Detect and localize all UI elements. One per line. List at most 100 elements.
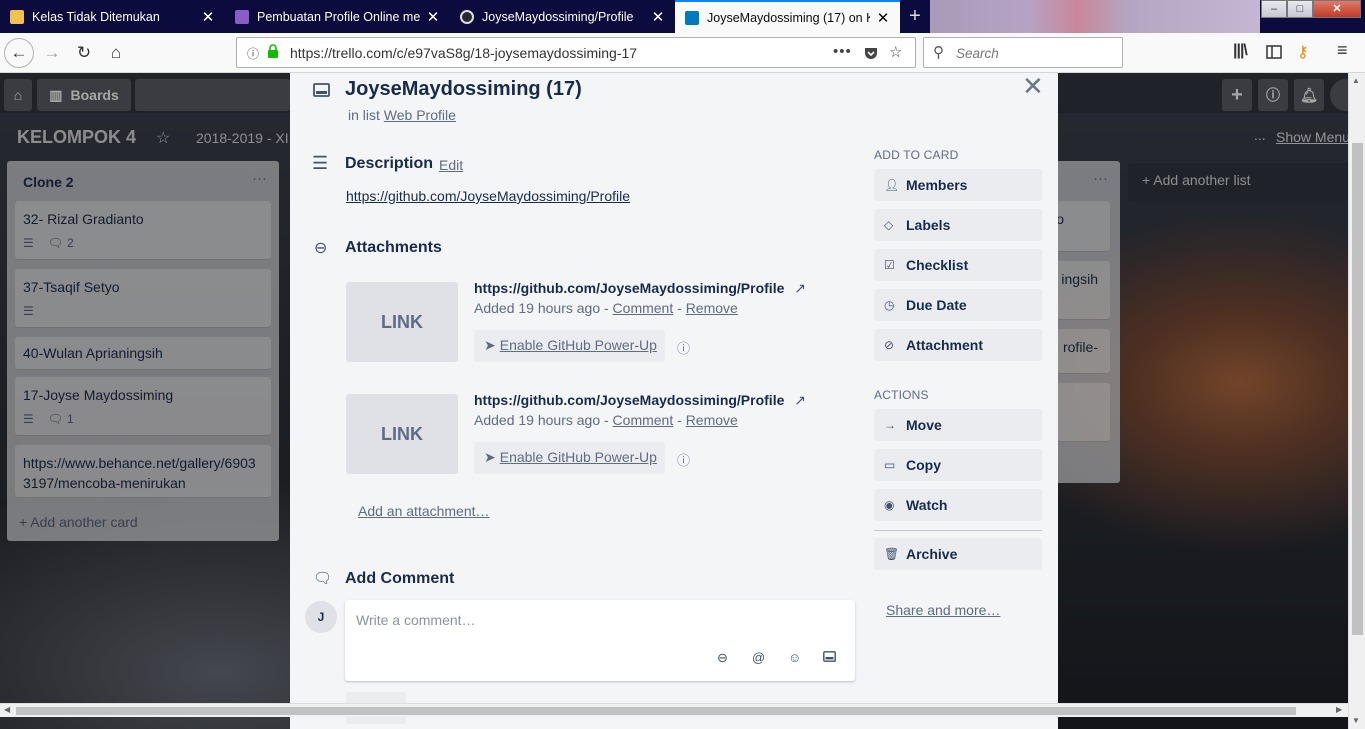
browser-tab[interactable]: JoyseMaydossiming/Profile ✕ bbox=[450, 0, 675, 33]
close-window-button[interactable]: ✕ bbox=[1313, 0, 1361, 18]
library-icon[interactable]: |||\ bbox=[1233, 42, 1248, 60]
browser-tab[interactable]: Kelas Tidak Ditemukan ✕ bbox=[0, 0, 225, 33]
comment-icon: 🗨︎ bbox=[313, 570, 333, 587]
add-comment-heading: Add Comment bbox=[345, 570, 455, 587]
page-actions-icon[interactable]: ••• bbox=[833, 43, 852, 60]
close-tab-icon[interactable]: ✕ bbox=[426, 8, 440, 26]
home-icon[interactable]: ⌂ bbox=[102, 39, 130, 67]
browser-tab-active[interactable]: JoyseMaydossiming (17) on KEL ✕ bbox=[675, 0, 900, 33]
site-info-icon[interactable]: ⓘ bbox=[247, 45, 259, 62]
scroll-right-arrow-icon[interactable]: ▶ bbox=[1336, 705, 1342, 714]
attachment-thumbnail[interactable]: LINK bbox=[346, 394, 458, 474]
copy-label: Copy bbox=[906, 457, 941, 473]
browser-nav-bar: ← → ↻ ⌂ ⓘ https://trello.com/c/e97vaS8g/… bbox=[0, 33, 1365, 73]
forward-arrow-icon[interactable]: → bbox=[38, 39, 66, 67]
archive-box-icon: 🗑︎ bbox=[884, 547, 900, 561]
scrollbar-thumb[interactable] bbox=[16, 707, 1296, 715]
share-and-more-link[interactable]: Share and more… bbox=[886, 602, 1000, 618]
card-icon[interactable] bbox=[823, 651, 836, 662]
edit-description-link[interactable]: Edit bbox=[439, 157, 463, 173]
browser-search-input[interactable]: ⚲ Search bbox=[923, 37, 1123, 68]
external-link-icon[interactable]: ↗ bbox=[794, 392, 806, 408]
list-link[interactable]: Web Profile bbox=[384, 107, 456, 123]
attachment-name[interactable]: https://github.com/JoyseMaydossiming/Pro… bbox=[474, 280, 806, 297]
eye-icon: ◉ bbox=[884, 498, 895, 512]
attachment-meta: Added 19 hours ago - Comment - Remove bbox=[474, 412, 738, 428]
close-icon[interactable]: ✕ bbox=[1022, 73, 1044, 101]
add-attachment-link[interactable]: Add an attachment… bbox=[358, 503, 490, 519]
archive-button[interactable]: 🗑︎ Archive bbox=[874, 538, 1042, 570]
trello-favicon-icon bbox=[685, 10, 699, 25]
hamburger-menu-icon[interactable]: ≡ bbox=[1337, 40, 1348, 61]
reload-icon[interactable]: ↻ bbox=[70, 39, 98, 67]
info-icon[interactable]: ⓘ bbox=[677, 450, 690, 469]
maximize-window-button[interactable]: □ bbox=[1287, 0, 1313, 18]
person-icon: 👤︎ bbox=[884, 178, 900, 192]
attachment-added-text: Added 19 hours ago - bbox=[474, 300, 609, 316]
avatar[interactable]: J bbox=[305, 601, 337, 633]
close-tab-icon[interactable]: ✕ bbox=[876, 9, 890, 27]
horizontal-scrollbar[interactable]: ◀ ▶ bbox=[0, 703, 1348, 717]
scroll-down-arrow-icon[interactable]: ▼ bbox=[1352, 716, 1360, 725]
back-arrow-icon[interactable]: ← bbox=[4, 38, 34, 68]
watch-label: Watch bbox=[906, 497, 948, 513]
attachment-remove-link[interactable]: Remove bbox=[686, 300, 738, 316]
due-date-label: Due Date bbox=[906, 297, 967, 313]
close-tab-icon[interactable]: ✕ bbox=[201, 8, 215, 26]
emoji-icon[interactable]: ☺ bbox=[788, 650, 801, 665]
pocket-icon[interactable] bbox=[863, 45, 879, 61]
description-heading: Description bbox=[345, 155, 434, 172]
scrollbar-thumb[interactable] bbox=[1352, 143, 1363, 635]
enable-powerup-button[interactable]: ➤ Enable GitHub Power-Up bbox=[474, 330, 665, 362]
minimize-window-button[interactable]: – bbox=[1261, 0, 1287, 18]
titlebar-background bbox=[930, 0, 1260, 33]
vertical-scrollbar[interactable]: ▲ ▼ bbox=[1348, 73, 1365, 729]
tab-title: Kelas Tidak Ditemukan bbox=[32, 9, 160, 24]
url-bar[interactable]: ⓘ https://trello.com/c/e97vaS8g/18-joyse… bbox=[236, 37, 916, 68]
attachment-button[interactable]: ⊘ Attachment bbox=[874, 329, 1042, 361]
attachment-remove-link[interactable]: Remove bbox=[686, 412, 738, 428]
browser-tab[interactable]: Pembuatan Profile Online men ✕ bbox=[225, 0, 450, 33]
checkbox-icon: ☑ bbox=[884, 258, 895, 272]
watch-button[interactable]: ◉ Watch bbox=[874, 489, 1042, 521]
new-tab-button[interactable]: + bbox=[903, 3, 927, 29]
due-date-button[interactable]: ◷ Due Date bbox=[874, 289, 1042, 321]
attachment-label: Attachment bbox=[906, 337, 984, 353]
attachment-comment-link[interactable]: Comment bbox=[613, 412, 674, 428]
attachment-name[interactable]: https://github.com/JoyseMaydossiming/Pro… bbox=[474, 392, 806, 409]
comment-placeholder: Write a comment… bbox=[356, 612, 476, 628]
card-title[interactable]: JoyseMaydossiming (17) bbox=[345, 78, 582, 101]
move-label: Move bbox=[906, 417, 942, 433]
scroll-up-arrow-icon[interactable]: ▲ bbox=[1352, 76, 1360, 85]
extension-key-icon[interactable]: ⚷ bbox=[1297, 42, 1309, 62]
actions-heading: Actions bbox=[874, 388, 929, 402]
description-link[interactable]: https://github.com/JoyseMaydossiming/Pro… bbox=[346, 188, 630, 204]
mention-icon[interactable]: @ bbox=[752, 650, 765, 665]
bookmark-star-icon[interactable]: ☆ bbox=[889, 43, 902, 61]
paperclip-icon[interactable]: ⊘ bbox=[713, 648, 732, 667]
attachment-added-text: Added 19 hours ago - bbox=[474, 412, 609, 428]
attachment-comment-link[interactable]: Comment bbox=[613, 300, 674, 316]
comment-input[interactable]: Write a comment… ⊘ @ ☺ bbox=[345, 600, 855, 681]
enable-powerup-button[interactable]: ➤ Enable GitHub Power-Up bbox=[474, 442, 665, 474]
checklist-button[interactable]: ☑ Checklist bbox=[874, 249, 1042, 281]
copy-button[interactable]: ▭ Copy bbox=[874, 449, 1042, 481]
sidebar-divider bbox=[874, 530, 1042, 531]
labels-button[interactable]: ◇ Labels bbox=[874, 209, 1042, 241]
sidebar-icon[interactable] bbox=[1266, 44, 1282, 60]
move-button[interactable]: → Move bbox=[874, 409, 1042, 441]
attachment-meta: Added 19 hours ago - Comment - Remove bbox=[474, 300, 738, 316]
attachment-thumbnail[interactable]: LINK bbox=[346, 282, 458, 362]
arrow-right-icon: → bbox=[884, 418, 896, 432]
tag-icon: ◇ bbox=[884, 218, 894, 232]
close-tab-icon[interactable]: ✕ bbox=[651, 8, 665, 26]
browser-tab-bar: Kelas Tidak Ditemukan ✕ Pembuatan Profil… bbox=[0, 0, 1365, 33]
meta-separator: - bbox=[677, 412, 682, 428]
url-text: https://trello.com/c/e97vaS8g/18-joysema… bbox=[290, 45, 638, 61]
external-link-icon[interactable]: ↗ bbox=[794, 280, 806, 296]
powerup-label: Enable GitHub Power-Up bbox=[499, 449, 657, 465]
card-icon bbox=[313, 83, 330, 97]
members-button[interactable]: 👤︎ Members bbox=[874, 169, 1042, 201]
scroll-left-arrow-icon[interactable]: ◀ bbox=[4, 705, 10, 714]
info-icon[interactable]: ⓘ bbox=[677, 338, 690, 357]
